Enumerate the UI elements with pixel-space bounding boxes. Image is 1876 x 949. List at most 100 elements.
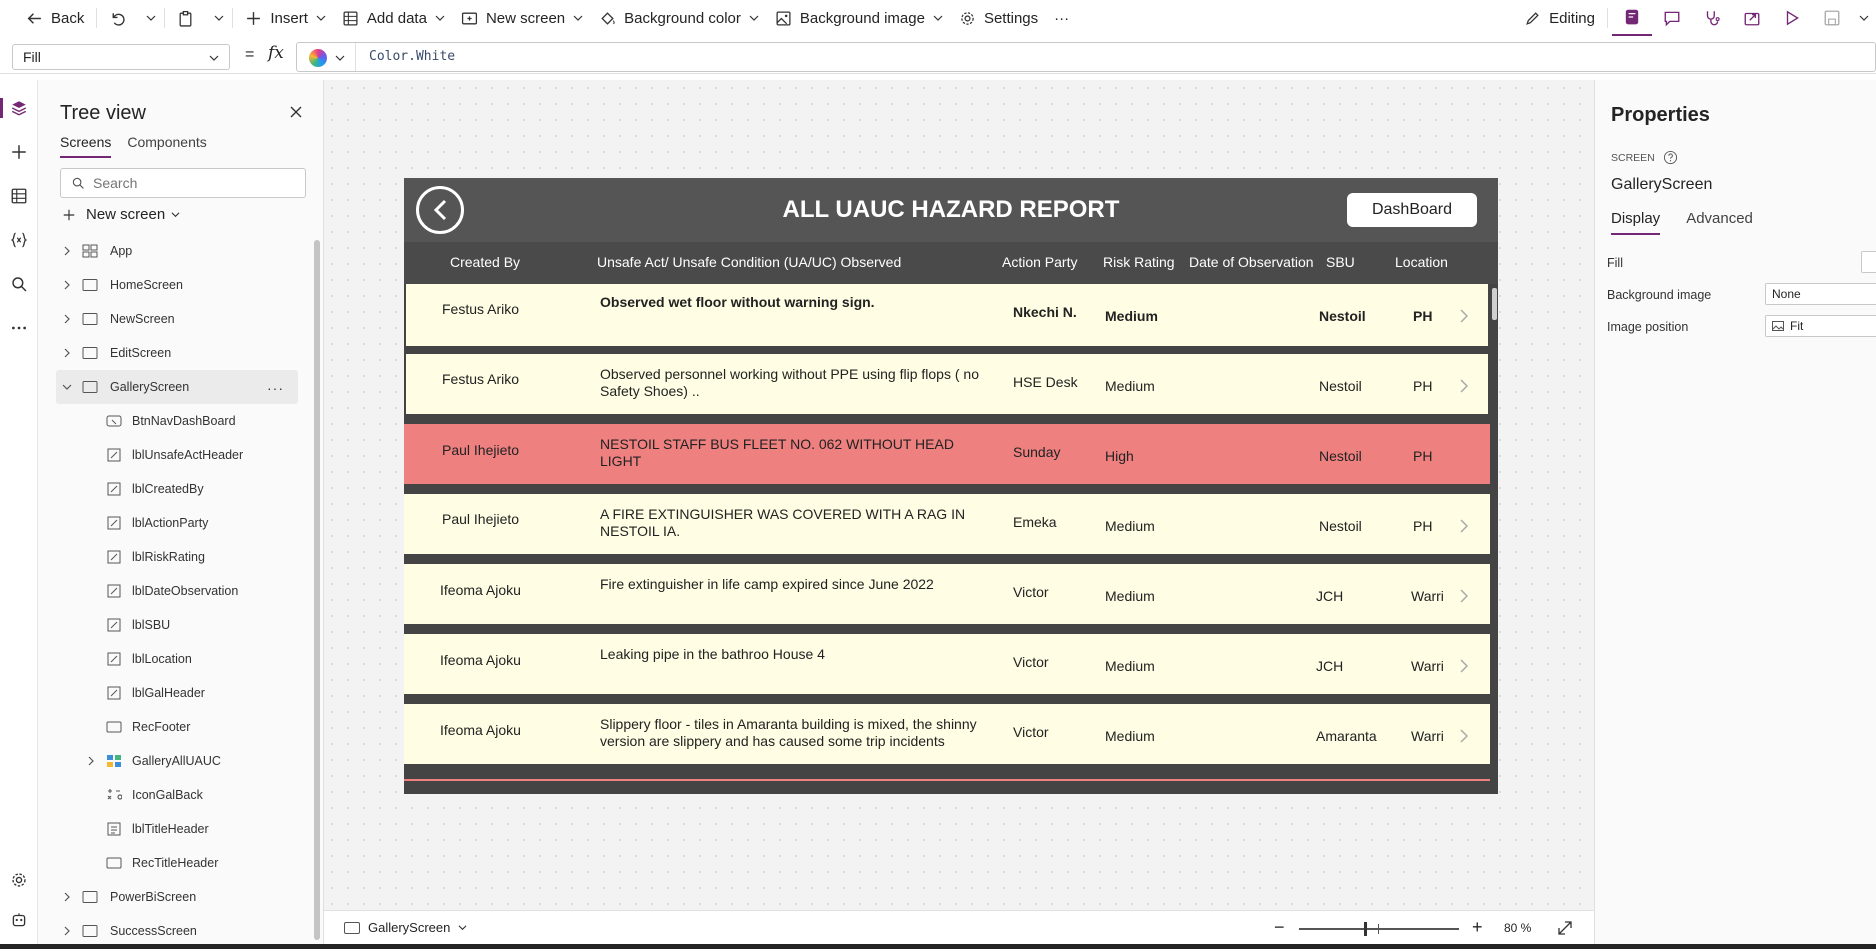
tree-item-galleryscreen[interactable]: GalleryScreen ··· (56, 370, 298, 404)
back-button[interactable]: Back (18, 3, 92, 33)
tree-item-homescreen[interactable]: HomeScreen (38, 268, 310, 302)
tree-item-app[interactable]: App (38, 234, 310, 268)
settings-button[interactable]: Settings (951, 3, 1046, 33)
tree-search-box[interactable] (60, 168, 306, 198)
gallery-row[interactable]: Paul Ihejieto A FIRE EXTINGUISHER WAS CO… (404, 494, 1490, 554)
gallery-row[interactable]: Ifeoma Ajoku Fire extinguisher in life c… (404, 564, 1490, 624)
tab-display[interactable]: Display (1611, 210, 1661, 235)
search-rail-button[interactable] (9, 274, 29, 294)
zoom-in-button[interactable]: + (1472, 917, 1483, 938)
chevron-right-icon[interactable] (62, 314, 72, 324)
tree-item-successscreen[interactable]: SuccessScreen (38, 914, 310, 948)
editing-button[interactable]: Editing (1516, 3, 1603, 33)
tree-item-rectitleheader[interactable]: RecTitleHeader (38, 846, 310, 880)
tree-view-button[interactable] (9, 98, 29, 118)
insert-button[interactable]: Insert (237, 3, 334, 33)
zoom-out-button[interactable]: − (1274, 917, 1285, 938)
chevron-right-icon[interactable] (1459, 728, 1469, 744)
background-color-button[interactable]: Background color (591, 3, 767, 33)
variables-rail-button[interactable] (9, 230, 29, 250)
settings-rail-button[interactable] (9, 870, 29, 890)
tree-item-lbldateobservation[interactable]: lblDateObservation (38, 574, 310, 608)
chevron-right-icon[interactable] (62, 348, 72, 358)
paint-bucket-icon (601, 11, 615, 25)
tree-item-lblactionparty[interactable]: lblActionParty (38, 506, 310, 540)
tree-item-lblsbu[interactable]: lblSBU (38, 608, 310, 642)
chevron-right-icon[interactable] (1459, 308, 1469, 324)
tree-item-lblgalheader[interactable]: lblGalHeader (38, 676, 310, 710)
gallery-row[interactable]: Festus Ariko Observed wet floor without … (406, 284, 1488, 346)
gallery-screen[interactable]: ALL UAUC HAZARD REPORT DashBoard Created… (404, 178, 1498, 794)
chevron-right-icon[interactable] (1459, 378, 1469, 394)
chevron-down-icon[interactable] (335, 53, 345, 63)
screen-selector[interactable]: GalleryScreen (344, 920, 467, 935)
formula-text[interactable]: Color.White (369, 49, 455, 64)
chevron-right-icon[interactable] (86, 756, 96, 766)
insert-rail-button[interactable] (9, 142, 29, 162)
tree-item-recfooter[interactable]: RecFooter (38, 710, 310, 744)
copilot-icon[interactable] (309, 49, 327, 67)
tree-item-newscreen[interactable]: NewScreen (38, 302, 310, 336)
chevron-right-icon[interactable] (62, 280, 72, 290)
new-screen-tree-button[interactable]: New screen (62, 206, 180, 223)
preview-button[interactable] (1772, 0, 1812, 36)
chevron-right-icon[interactable] (1459, 518, 1469, 534)
data-rail-button[interactable] (9, 186, 29, 206)
gallery-all-uauc[interactable]: Festus Ariko Observed wet floor without … (404, 284, 1498, 794)
more-button[interactable]: ··· (1046, 3, 1077, 33)
tab-components[interactable]: Components (127, 134, 206, 158)
zoom-slider-thumb[interactable] (1364, 922, 1367, 936)
tree-item-lblriskrating[interactable]: lblRiskRating (38, 540, 310, 574)
tree-item-editscreen[interactable]: EditScreen (38, 336, 310, 370)
tree-item-lblcreatedby[interactable]: lblCreatedBy (38, 472, 310, 506)
paste-dropdown[interactable] (210, 3, 228, 33)
chevron-right-icon[interactable] (1459, 658, 1469, 674)
gallery-row[interactable]: Ifeoma Ajoku Slippery floor - tiles in A… (404, 704, 1490, 764)
virtual-agent-rail-button[interactable] (9, 910, 29, 930)
gallery-scrollbar[interactable] (1492, 288, 1497, 320)
tree-search-input[interactable] (93, 175, 283, 191)
save-dropdown[interactable] (1852, 0, 1876, 36)
tree-item-galleryalluauc[interactable]: GalleryAllUAUC (38, 744, 310, 778)
zoom-slider[interactable] (1299, 928, 1459, 930)
app-checker-button[interactable] (1692, 0, 1732, 36)
image-position-dropdown[interactable]: Fit (1765, 315, 1876, 337)
tree-item-lbllocation[interactable]: lblLocation (38, 642, 310, 676)
background-image-dropdown[interactable]: None (1765, 283, 1876, 305)
tree-item-lblunsafeactheader[interactable]: lblUnsafeActHeader (38, 438, 310, 472)
add-data-button[interactable]: Add data (334, 3, 453, 33)
chevron-down-icon[interactable] (62, 382, 72, 392)
tree-item-powerbiscreen[interactable]: PowerBiScreen (38, 880, 310, 914)
tab-advanced[interactable]: Advanced (1686, 210, 1753, 235)
tree-scrollbar[interactable] (314, 240, 320, 940)
gallery-row[interactable]: Festus Ariko Observed personnel working … (406, 354, 1488, 414)
undo-dropdown[interactable] (142, 3, 160, 33)
tab-screens[interactable]: Screens (60, 134, 112, 158)
chevron-right-icon[interactable] (62, 246, 72, 256)
new-screen-button[interactable]: New screen (453, 3, 591, 33)
property-dropdown[interactable]: Fill (12, 44, 230, 70)
expand-icon[interactable] (1556, 919, 1574, 937)
more-options-icon[interactable]: ··· (267, 380, 284, 396)
chevron-right-icon[interactable] (1459, 588, 1469, 604)
undo-button[interactable] (101, 3, 142, 33)
share-button[interactable] (1732, 0, 1772, 36)
close-icon[interactable] (286, 102, 306, 122)
save-button[interactable] (1812, 0, 1852, 36)
tree-item-icongalback[interactable]: IconGalBack (38, 778, 310, 812)
gallery-row[interactable]: Ifeoma Ajoku Leaking pipe in the bathroo… (404, 634, 1490, 694)
more-rail-button[interactable] (9, 318, 29, 338)
fill-color-picker[interactable] (1861, 251, 1876, 273)
formula-input[interactable]: Color.White (296, 42, 1876, 72)
help-icon[interactable] (1663, 150, 1678, 165)
gallery-row[interactable]: Paul Ihejieto NESTOIL STAFF BUS FLEET NO… (404, 424, 1490, 484)
dashboard-button[interactable]: DashBoard (1347, 193, 1477, 227)
chevron-right-icon[interactable] (62, 926, 72, 936)
chevron-right-icon[interactable] (62, 892, 72, 902)
tree-item-btnnavdashboard[interactable]: BtnNavDashBoard (38, 404, 310, 438)
background-image-button[interactable]: Background image (767, 3, 951, 33)
tree-item-lbltitleheader[interactable]: lblTitleHeader (38, 812, 310, 846)
copilot-button[interactable] (1612, 0, 1652, 36)
paste-button[interactable] (169, 3, 210, 33)
comments-button[interactable] (1652, 0, 1692, 36)
